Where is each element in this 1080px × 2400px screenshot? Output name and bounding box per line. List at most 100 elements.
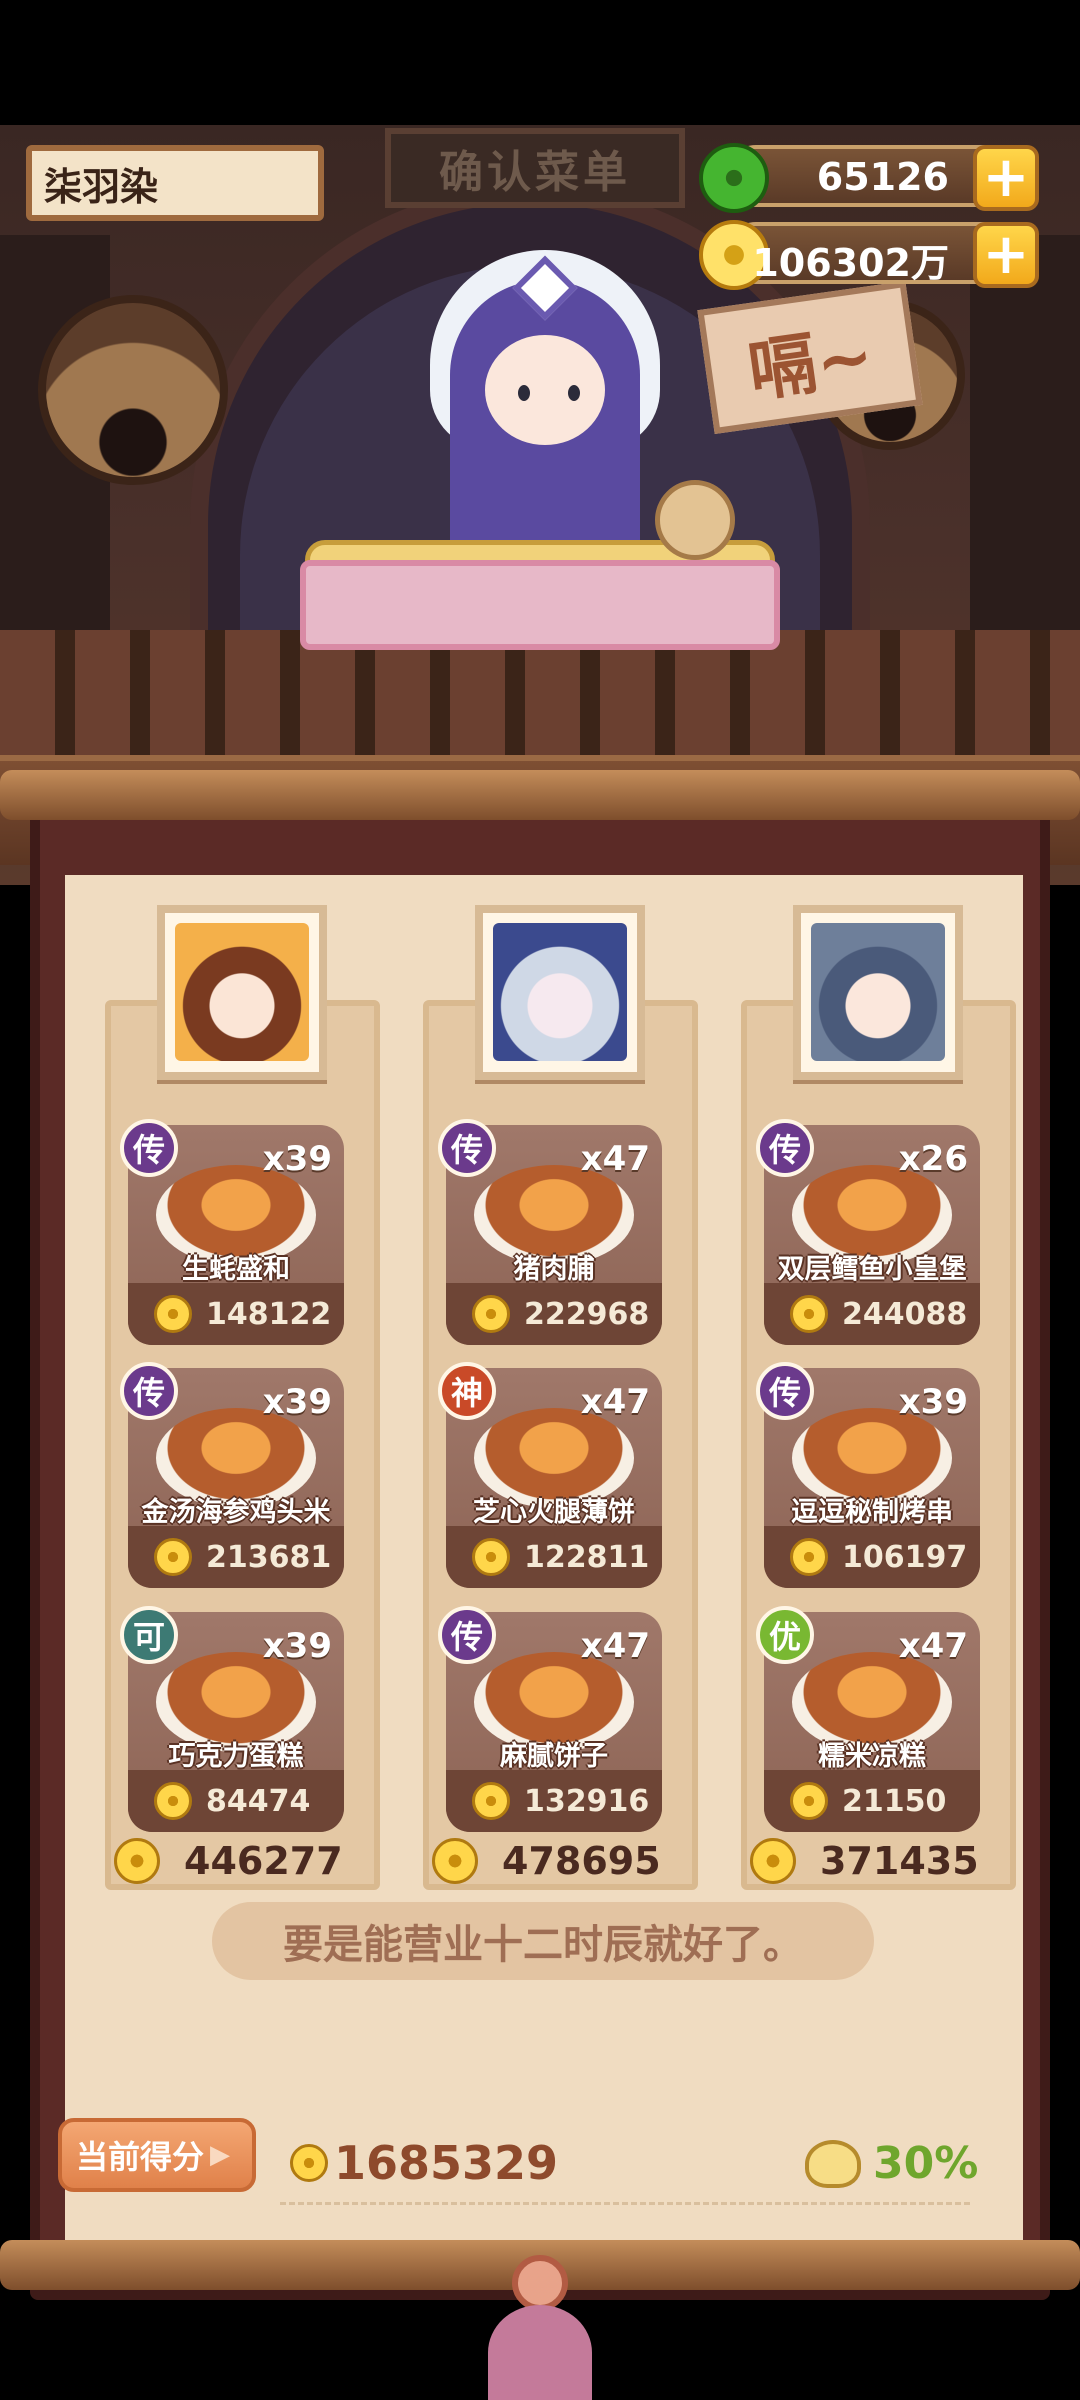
dish-name: 麻腻饼子 [500, 1741, 608, 1772]
play-arrow-icon: ▶ [210, 2140, 231, 2170]
dish-quantity: x39 [262, 1382, 332, 1422]
jade-coin-icon [699, 143, 769, 213]
coin-icon [290, 2144, 328, 2182]
dish-price: 122811 [446, 1526, 662, 1588]
player-name: 柒羽染 [26, 145, 324, 221]
column-total: 478695 [432, 1838, 661, 1884]
grade-badge: 传 [120, 1119, 178, 1177]
dish-price: 222968 [446, 1283, 662, 1345]
dish-quantity: x26 [898, 1139, 968, 1179]
customer-avatar [175, 923, 309, 1061]
dish-quantity: x39 [262, 1626, 332, 1666]
customer-portrait[interactable] [475, 905, 645, 1080]
dish-card[interactable]: 传 x47 猪肉脯 222968 [438, 1119, 662, 1345]
tassel-knot-icon [488, 2255, 592, 2400]
dish-card[interactable]: 传 x47 麻腻饼子 132916 [438, 1606, 662, 1832]
dish-price-value: 106197 [842, 1539, 968, 1575]
dish-price-value: 222968 [524, 1296, 650, 1332]
coin-icon [472, 1782, 510, 1820]
dish-quantity: x47 [580, 1139, 650, 1179]
dish-price-value: 21150 [842, 1783, 947, 1819]
dish-price: 148122 [128, 1283, 344, 1345]
gold-value: 106302万 [752, 241, 949, 285]
jade-counter: 65126 + [699, 143, 1039, 213]
knot-top [512, 2255, 568, 2311]
dish-price-value: 122811 [524, 1539, 650, 1575]
score-divider [280, 2202, 970, 2205]
knot-tassel [488, 2305, 592, 2400]
dish-name: 糯米凉糕 [818, 1741, 926, 1772]
dish-name: 巧克力蛋糕 [168, 1741, 304, 1772]
coin-icon [154, 1295, 192, 1333]
grade-badge: 优 [756, 1606, 814, 1664]
character-face [485, 335, 605, 445]
coin-icon [432, 1838, 478, 1884]
grade-badge: 可 [120, 1606, 178, 1664]
dish-name: 金汤海参鸡头米 [141, 1497, 331, 1528]
dish-card[interactable]: 传 x39 生蚝盛和 148122 [120, 1119, 344, 1345]
column-total: 371435 [750, 1838, 979, 1884]
gold-counter: 106302万 + [699, 220, 1039, 290]
customer-avatar [811, 923, 945, 1061]
scroll-rod-top [0, 770, 1080, 820]
add-gold-button[interactable]: + [973, 222, 1039, 288]
dish-price-value: 213681 [206, 1539, 332, 1575]
left-fan [38, 295, 228, 485]
coin-icon [472, 1538, 510, 1576]
dish-quantity: x47 [898, 1626, 968, 1666]
coin-icon [154, 1538, 192, 1576]
dish-name: 芝心火腿薄饼 [473, 1497, 635, 1528]
column-total-value: 478695 [502, 1839, 661, 1883]
satiety-bonus-value: 30% [873, 2138, 979, 2189]
grade-badge: 传 [438, 1119, 496, 1177]
dish-price-value: 244088 [842, 1296, 968, 1332]
character-eye [568, 385, 580, 401]
current-score-button[interactable]: 当前得分 ▶ [58, 2118, 256, 2192]
dish-card[interactable]: 传 x26 双层鳕鱼小皇堡 244088 [756, 1119, 980, 1345]
grade-badge: 传 [120, 1362, 178, 1420]
coin-icon [154, 1782, 192, 1820]
dish-price: 84474 [128, 1770, 344, 1832]
dish-price: 106197 [764, 1526, 980, 1588]
dish-quantity: x39 [898, 1382, 968, 1422]
dish-card[interactable]: 传 x39 逗逗秘制烤串 106197 [756, 1362, 980, 1588]
dish-card[interactable]: 传 x39 金汤海参鸡头米 213681 [120, 1362, 344, 1588]
current-score-value: 1685329 [334, 2136, 559, 2190]
coin-icon [790, 1538, 828, 1576]
table-cloth [300, 560, 780, 650]
customer-avatar [493, 923, 627, 1061]
current-score-label: 当前得分 [76, 2138, 205, 2176]
coin-icon [472, 1295, 510, 1333]
column-total-value: 446277 [184, 1839, 343, 1883]
customer-portrait[interactable] [157, 905, 327, 1080]
dish-name: 猪肉脯 [513, 1254, 595, 1285]
coin-icon [790, 1295, 828, 1333]
column-total: 446277 [114, 1838, 343, 1884]
dish-price: 213681 [128, 1526, 344, 1588]
dish-name: 逗逗秘制烤串 [791, 1497, 953, 1528]
dish-price-value: 148122 [206, 1296, 332, 1332]
dish-quantity: x47 [580, 1626, 650, 1666]
dish-price: 244088 [764, 1283, 980, 1345]
grade-badge: 传 [756, 1119, 814, 1177]
dish-card[interactable]: 优 x47 糯米凉糕 21150 [756, 1606, 980, 1832]
dish-quantity: x39 [262, 1139, 332, 1179]
add-jade-button[interactable]: + [973, 145, 1039, 211]
dish-card[interactable]: 可 x39 巧克力蛋糕 84474 [120, 1606, 344, 1832]
grade-badge: 传 [756, 1362, 814, 1420]
jade-value: 65126 [816, 155, 949, 199]
bun-icon [805, 2139, 861, 2188]
customer-portrait[interactable] [793, 905, 963, 1080]
dish-price-value: 84474 [206, 1783, 311, 1819]
column-total-value: 371435 [820, 1839, 979, 1883]
dish-card[interactable]: 神 x47 芝心火腿薄饼 122811 [438, 1362, 662, 1588]
stacked-bowls [655, 480, 735, 560]
current-score: 1685329 [290, 2136, 558, 2190]
dish-price: 21150 [764, 1770, 980, 1832]
dish-price-value: 132916 [524, 1783, 650, 1819]
dish-quantity: x47 [580, 1382, 650, 1422]
dish-name: 生蚝盛和 [182, 1254, 290, 1285]
coin-icon [114, 1838, 160, 1884]
coin-icon [750, 1838, 796, 1884]
grade-badge: 神 [438, 1362, 496, 1420]
